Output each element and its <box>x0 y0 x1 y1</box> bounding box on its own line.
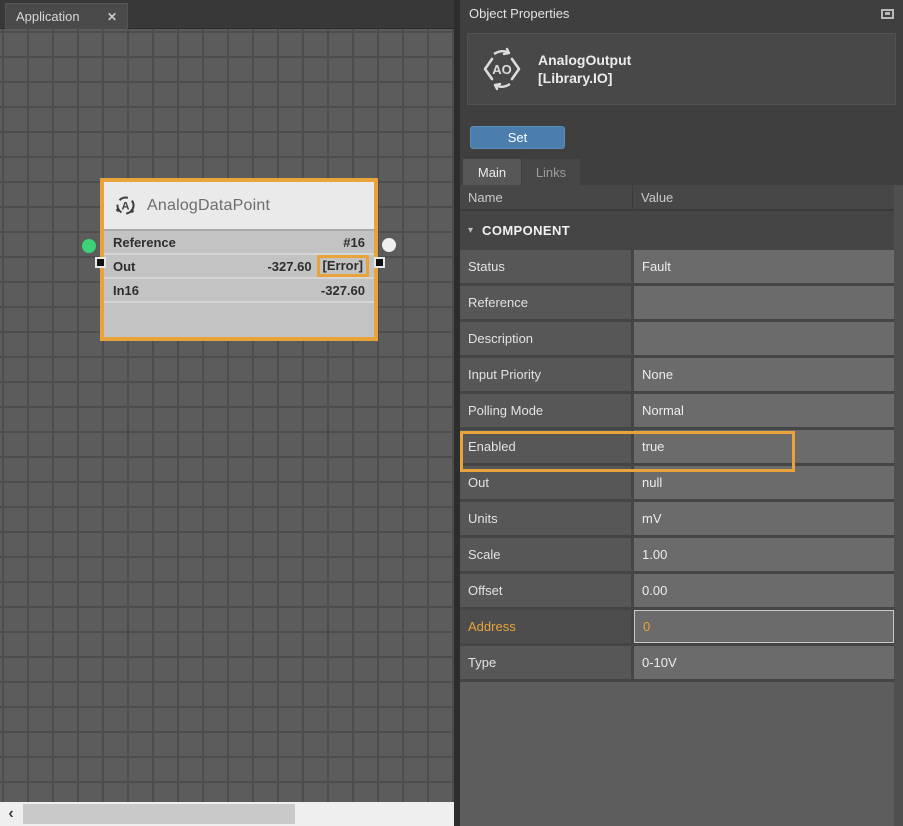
row-enabled[interactable]: Enabled true <box>460 430 894 463</box>
row-offset[interactable]: Offset 0.00 <box>460 574 894 607</box>
property-value[interactable] <box>634 322 894 355</box>
horizontal-scrollbar[interactable]: ‹ <box>0 802 454 826</box>
table-empty-area <box>460 682 894 826</box>
row-description[interactable]: Description <box>460 322 894 355</box>
node-type-icon: A <box>114 194 137 217</box>
section-label: COMPONENT <box>482 223 570 238</box>
property-value[interactable]: 1.00 <box>634 538 894 571</box>
node-slot-name: Out <box>113 259 135 274</box>
node-slot-reference[interactable]: Reference #16 <box>104 231 374 255</box>
tab-main[interactable]: Main <box>463 159 521 185</box>
svg-text:A: A <box>122 201 130 213</box>
node-slot-name: In16 <box>113 283 139 298</box>
node-header[interactable]: A AnalogDataPoint <box>104 182 374 231</box>
row-units[interactable]: Units mV <box>460 502 894 535</box>
property-name: Polling Mode <box>460 394 631 427</box>
property-name: Description <box>460 322 631 355</box>
row-out[interactable]: Out null <box>460 466 894 499</box>
table-header: Name Value <box>460 185 894 211</box>
property-name: Type <box>460 646 631 679</box>
dock-window-icon[interactable] <box>881 9 894 19</box>
property-value-editing[interactable]: 0 <box>634 610 894 643</box>
property-value[interactable]: Fault <box>634 250 894 283</box>
row-scale[interactable]: Scale 1.00 <box>460 538 894 571</box>
canvas-tab-bar: Application ✕ <box>0 0 454 29</box>
property-value[interactable]: None <box>634 358 894 391</box>
property-name: Scale <box>460 538 631 571</box>
tab-application-label: Application <box>16 9 80 24</box>
error-status-badge: [Error] <box>317 255 369 277</box>
row-reference[interactable]: Reference <box>460 286 894 319</box>
row-polling-mode[interactable]: Polling Mode Normal <box>460 394 894 427</box>
column-divider <box>632 185 633 211</box>
node-slot-value: -327.60 <box>267 259 311 274</box>
panel-title: Object Properties <box>469 6 569 21</box>
scrollbar-thumb[interactable] <box>23 804 295 824</box>
svg-text:AO: AO <box>492 62 512 77</box>
column-header-value: Value <box>641 190 673 205</box>
tab-application[interactable]: Application ✕ <box>5 3 128 29</box>
object-name: AnalogOutput <box>538 51 631 69</box>
node-title: AnalogDataPoint <box>147 197 270 215</box>
panel-tabs: Main Links <box>463 159 580 185</box>
property-rows: Status Fault Reference Description Input… <box>460 250 894 682</box>
tab-links[interactable]: Links <box>522 159 580 185</box>
property-name: Out <box>460 466 631 499</box>
selection-handle-left[interactable] <box>95 257 106 268</box>
property-name: Reference <box>460 286 631 319</box>
property-name: Enabled <box>460 430 631 463</box>
property-name: Offset <box>460 574 631 607</box>
output-port[interactable] <box>382 238 396 252</box>
node-analog-data-point[interactable]: A AnalogDataPoint Reference #16 Out -327… <box>100 178 378 341</box>
object-header-card: AO AnalogOutput [Library.IO] <box>467 33 896 105</box>
node-slot-value: -327.60 <box>321 283 365 298</box>
property-value[interactable]: 0-10V <box>634 646 894 679</box>
row-status[interactable]: Status Fault <box>460 250 894 283</box>
set-button[interactable]: Set <box>470 126 565 149</box>
property-name: Input Priority <box>460 358 631 391</box>
node-slot-empty <box>104 303 374 329</box>
panel-right-gutter <box>894 185 903 826</box>
input-port-connected[interactable] <box>82 239 96 253</box>
analog-output-icon: AO <box>480 47 524 91</box>
node-slot-out[interactable]: Out -327.60 [Error] <box>104 255 374 279</box>
property-name: Units <box>460 502 631 535</box>
property-value[interactable] <box>634 286 894 319</box>
row-address[interactable]: Address 0 <box>460 610 894 643</box>
node-slot-in16[interactable]: In16 -327.60 <box>104 279 374 303</box>
close-icon[interactable]: ✕ <box>107 10 117 24</box>
wiresheet-area: Application ✕ A AnalogDataPoint Referenc… <box>0 0 454 826</box>
property-value[interactable]: true <box>634 430 894 463</box>
property-name: Address <box>460 610 631 643</box>
section-component[interactable]: ▾ COMPONENT <box>460 214 894 247</box>
property-value[interactable]: Normal <box>634 394 894 427</box>
property-value[interactable]: mV <box>634 502 894 535</box>
scroll-left-arrow-icon[interactable]: ‹ <box>0 802 22 826</box>
node-slot-value: #16 <box>343 235 365 250</box>
column-header-name: Name <box>468 190 503 205</box>
node-slot-name: Reference <box>113 235 176 250</box>
property-table: Name Value ▾ COMPONENT Status Fault Refe… <box>460 185 894 826</box>
chevron-down-icon: ▾ <box>468 225 473 236</box>
wiresheet-canvas[interactable]: A AnalogDataPoint Reference #16 Out -327… <box>0 29 454 802</box>
object-library: [Library.IO] <box>538 69 631 87</box>
row-type[interactable]: Type 0-10V <box>460 646 894 679</box>
row-input-priority[interactable]: Input Priority None <box>460 358 894 391</box>
property-value[interactable]: 0.00 <box>634 574 894 607</box>
panel-title-bar: Object Properties <box>460 0 903 27</box>
selection-handle-right[interactable] <box>374 257 385 268</box>
property-name: Status <box>460 250 631 283</box>
object-properties-panel: Object Properties AO AnalogOutput [Libra… <box>460 0 903 826</box>
property-value[interactable]: null <box>634 466 894 499</box>
